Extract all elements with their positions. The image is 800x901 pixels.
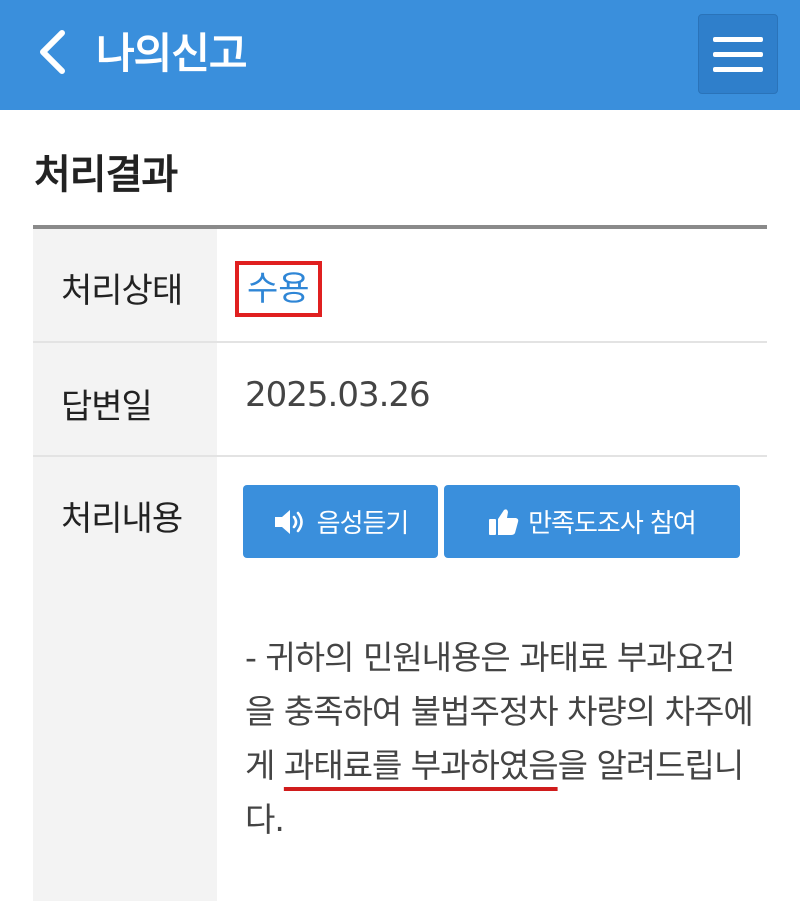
listen-button-label: 음성듣기 xyxy=(316,509,410,539)
survey-button-label: 만족도조사 참여 xyxy=(528,509,697,539)
status-label: 처리상태 xyxy=(61,271,183,311)
listen-button[interactable]: 음성듣기 xyxy=(243,485,438,558)
answer-date: 2025.03.26 xyxy=(245,375,431,415)
hamburger-menu-icon xyxy=(713,36,763,42)
section-title: 처리결과 xyxy=(34,152,178,198)
menu-button[interactable] xyxy=(698,14,778,94)
page-title: 나의신고 xyxy=(96,29,248,78)
content-label: 처리내용 xyxy=(61,499,183,539)
speaker-icon xyxy=(273,508,309,536)
result-content-text: - 귀하의 민원내용은 과태료 부과요건을 충족하여 불법주정차 차량의 차주에… xyxy=(245,631,755,847)
content-row: 처리내용 음성듣기 만족도조사 참여 - 귀하의 민원내용은 과태료 부과요건을… xyxy=(33,457,767,901)
app-header: 나의신고 xyxy=(0,0,800,110)
date-label: 답변일 xyxy=(61,387,153,427)
result-table: 처리상태 수용 답변일 2025.03.26 처리내용 음성듣기 만족도조사 참… xyxy=(33,225,767,901)
status-badge: 수용 xyxy=(235,261,322,317)
status-row: 처리상태 수용 xyxy=(33,229,767,343)
thumbs-up-icon xyxy=(488,507,520,537)
chevron-left-icon xyxy=(37,29,67,79)
content-text-highlight: 과태료를 부과하였음 xyxy=(283,746,559,785)
back-button[interactable] xyxy=(30,26,74,82)
survey-button[interactable]: 만족도조사 참여 xyxy=(444,485,740,558)
